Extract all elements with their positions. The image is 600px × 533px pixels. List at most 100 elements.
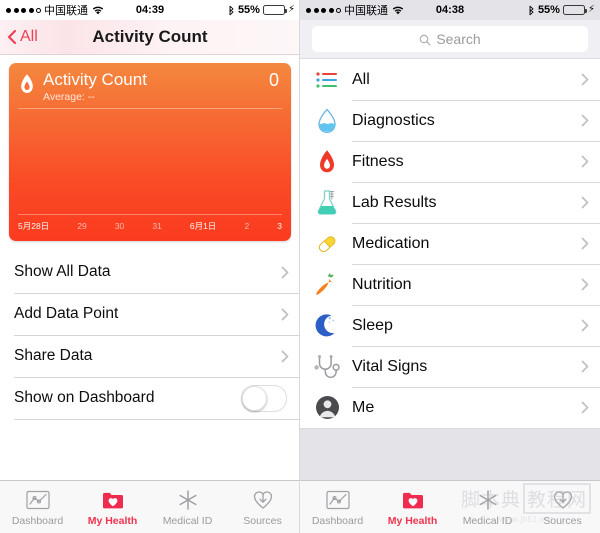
- chart-line-icon: [325, 487, 350, 513]
- show-on-dashboard-toggle[interactable]: [241, 384, 287, 412]
- list-bottom-divider: [14, 419, 300, 420]
- tab-sources[interactable]: Sources: [525, 481, 600, 527]
- category-diagnostics[interactable]: Diagnostics: [300, 100, 600, 141]
- tab-bar-left: Dashboard My Health Medical ID Sources: [0, 480, 300, 533]
- tab-dashboard[interactable]: Dashboard: [0, 481, 75, 527]
- axis-label: 5月28日: [18, 221, 50, 231]
- category-fitness[interactable]: Fitness: [300, 141, 600, 182]
- category-medication[interactable]: Medication: [300, 223, 600, 264]
- status-right-group: 55% ⚡: [528, 4, 595, 16]
- chevron-right-icon: [581, 360, 589, 373]
- category-label: Nutrition: [352, 275, 412, 293]
- list-bottom-divider: [300, 428, 600, 429]
- card-header: Activity Count Average: -- 0: [9, 63, 291, 103]
- activity-card-container: Activity Count Average: -- 0 5月28日 29 30…: [0, 55, 300, 251]
- row-label: Add Data Point: [14, 305, 119, 322]
- left-phone-screen: 中国联通 04:39 55% ⚡ All Activity Count Acti…: [0, 0, 300, 533]
- chevron-right-icon: [581, 401, 589, 414]
- card-value: 0: [268, 70, 279, 90]
- crescent-moon-icon: [312, 311, 342, 341]
- flask-icon: [312, 188, 342, 218]
- category-label: Medication: [352, 234, 430, 252]
- flame-icon: [312, 147, 342, 177]
- row-show-on-dashboard[interactable]: Show on Dashboard: [0, 377, 300, 419]
- tab-medical-id[interactable]: Medical ID: [450, 481, 525, 527]
- tab-label: Medical ID: [162, 515, 213, 527]
- axis-label: 31: [152, 221, 162, 231]
- tab-label: Sources: [243, 515, 282, 527]
- card-date-axis: 5月28日 29 30 31 6月1日 2 3: [9, 215, 291, 232]
- category-lab-results[interactable]: Lab Results: [300, 182, 600, 223]
- tab-label: Dashboard: [311, 515, 364, 527]
- battery-icon: [262, 5, 287, 15]
- axis-label: 2: [244, 221, 250, 231]
- category-sleep[interactable]: Sleep: [300, 305, 600, 346]
- person-avatar-icon: [312, 393, 342, 423]
- tab-dashboard[interactable]: Dashboard: [300, 481, 375, 527]
- row-share-data[interactable]: Share Data: [0, 335, 300, 377]
- battery-percent-label: 55%: [537, 4, 560, 16]
- detail-options-list: Show All Data Add Data Point Share Data …: [0, 251, 300, 420]
- row-label: Share Data: [14, 347, 93, 364]
- heart-download-icon: [551, 487, 575, 513]
- toggle-knob: [242, 385, 267, 411]
- category-vital-signs[interactable]: Vital Signs: [300, 346, 600, 387]
- card-title: Activity Count: [43, 70, 147, 89]
- category-label: Me: [352, 398, 375, 416]
- chevron-right-icon: [581, 319, 589, 332]
- status-right-group: 55% ⚡: [228, 4, 295, 16]
- chevron-right-icon: [281, 308, 289, 321]
- tab-label: My Health: [387, 515, 438, 527]
- row-add-data-point[interactable]: Add Data Point: [0, 293, 300, 335]
- tab-label: Medical ID: [462, 515, 513, 527]
- water-drop-icon: [312, 106, 342, 136]
- star-of-life-icon: [476, 487, 500, 513]
- row-show-all-data[interactable]: Show All Data: [0, 251, 300, 293]
- activity-count-card[interactable]: Activity Count Average: -- 0 5月28日 29 30…: [9, 63, 291, 241]
- battery-icon: [562, 5, 587, 15]
- navigation-bar: All Activity Count: [0, 20, 300, 55]
- chevron-right-icon: [281, 266, 289, 279]
- axis-label: 29: [77, 221, 87, 231]
- axis-label: 6月1日: [189, 221, 217, 231]
- category-label: Vital Signs: [352, 357, 428, 375]
- tab-label: Dashboard: [11, 515, 64, 527]
- status-bar-left: 中国联通 04:39 55% ⚡: [0, 0, 300, 20]
- chevron-right-icon: [581, 278, 589, 291]
- stethoscope-icon: [312, 352, 342, 382]
- chevron-right-icon: [581, 73, 589, 86]
- bluetooth-icon: [228, 5, 235, 16]
- chevron-right-icon: [581, 196, 589, 209]
- tab-sources[interactable]: Sources: [225, 481, 300, 527]
- right-phone-screen: 中国联通 04:38 55% ⚡ Search All Diagnostics …: [300, 0, 600, 533]
- chevron-right-icon: [581, 237, 589, 250]
- heart-download-icon: [251, 487, 275, 513]
- search-input[interactable]: Search: [312, 26, 588, 52]
- card-subtitle: Average: --: [43, 91, 95, 103]
- pill-capsule-icon: [312, 229, 342, 259]
- status-bar-right: 中国联通 04:38 55% ⚡: [300, 0, 600, 20]
- row-label: Show All Data: [14, 263, 111, 280]
- tab-my-health[interactable]: My Health: [375, 481, 450, 527]
- tab-medical-id[interactable]: Medical ID: [150, 481, 225, 527]
- tab-label: Sources: [543, 515, 582, 527]
- dual-screenshot-container: 中国联通 04:39 55% ⚡ All Activity Count Acti…: [0, 0, 600, 533]
- category-me[interactable]: Me: [300, 387, 600, 428]
- category-nutrition[interactable]: Nutrition: [300, 264, 600, 305]
- chevron-right-icon: [581, 155, 589, 168]
- tab-label: My Health: [87, 515, 138, 527]
- category-all[interactable]: All: [300, 59, 600, 100]
- category-label: Sleep: [352, 316, 393, 334]
- category-label: Diagnostics: [352, 111, 435, 129]
- flame-icon: [18, 73, 36, 97]
- folder-heart-icon: [401, 487, 425, 513]
- category-label: Fitness: [352, 152, 404, 170]
- bluetooth-icon: [528, 5, 535, 16]
- row-label: Show on Dashboard: [14, 389, 155, 406]
- chevron-right-icon: [581, 114, 589, 127]
- folder-heart-icon: [101, 487, 125, 513]
- tab-my-health[interactable]: My Health: [75, 481, 150, 527]
- category-label: Lab Results: [352, 193, 437, 211]
- axis-label: 30: [114, 221, 125, 231]
- axis-label: 3: [277, 221, 282, 231]
